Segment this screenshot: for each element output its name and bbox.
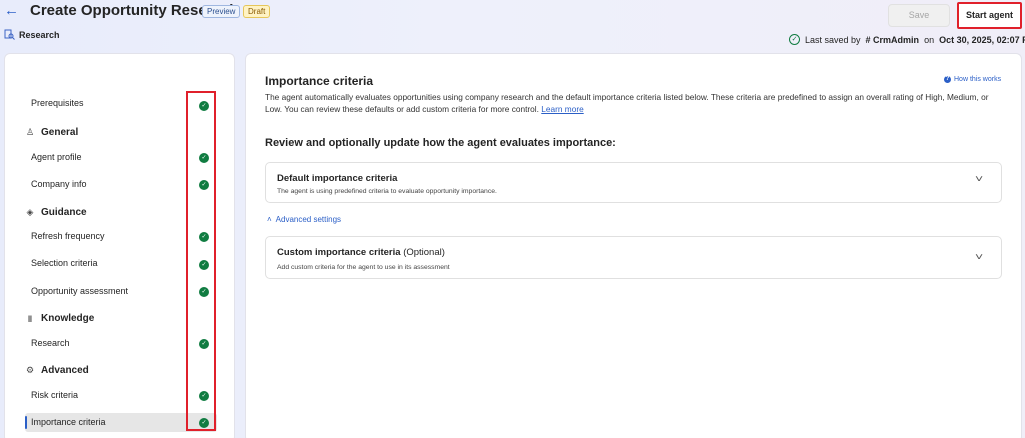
compass-icon: ◈ (26, 207, 34, 217)
card-title-text: Custom importance criteria (277, 247, 401, 258)
info-icon: ? (944, 76, 951, 83)
section-guidance-label: Guidance (41, 207, 87, 218)
breadcrumb-label: Research (19, 29, 60, 40)
how-this-works-label: How this works (954, 76, 1002, 83)
saved-check-icon: ✓ (789, 34, 800, 45)
saved-user: # CrmAdmin (865, 34, 920, 45)
saved-status: ✓ Last saved by # CrmAdmin on Oct 30, 20… (789, 34, 1025, 45)
section-knowledge-label: Knowledge (41, 313, 95, 324)
start-agent-button[interactable]: Start agent (957, 2, 1022, 29)
preview-badge: Preview (202, 5, 241, 18)
section-general-label: General (41, 127, 79, 138)
card-title: Custom importance criteria (Optional) (277, 247, 445, 258)
section-knowledge: ‖ Knowledge (25, 313, 95, 324)
section-title: Importance criteria (265, 74, 374, 88)
section-guidance: ◈ Guidance (25, 207, 87, 218)
description-text: The agent automatically evaluates opport… (265, 92, 989, 114)
saved-mid: on (924, 34, 935, 45)
saved-date: Oct 30, 2025, 02:07 PM (939, 34, 1025, 45)
saved-prefix: Last saved by (805, 34, 861, 45)
header: ← Create Opportunity Research Preview Dr… (0, 0, 1025, 52)
highlight-box (186, 91, 216, 431)
draft-badge: Draft (243, 5, 271, 18)
sidebar: Prerequisites ✓ ♙ General Agent profile … (4, 53, 235, 438)
section-advanced: ⚙ Advanced (25, 365, 89, 376)
save-button[interactable]: Save (888, 4, 950, 27)
advanced-settings-toggle[interactable]: ˄ Advanced settings (267, 215, 341, 224)
custom-criteria-card[interactable]: Custom importance criteria (Optional) Ad… (265, 236, 1002, 279)
advanced-settings-label: Advanced settings (275, 215, 342, 224)
gear-icon: ⚙ (25, 365, 35, 375)
chevron-down-icon[interactable]: ˅ (975, 253, 989, 263)
card-subtitle: The agent is using predefined criteria t… (277, 188, 497, 195)
default-criteria-card[interactable]: Default importance criteria The agent is… (265, 162, 1002, 203)
chevron-up-icon: ˄ (267, 215, 272, 224)
back-arrow-icon[interactable]: ← (4, 3, 20, 19)
how-this-works-link[interactable]: ? How this works (944, 76, 1001, 83)
chevron-down-icon[interactable]: ˅ (975, 175, 989, 185)
optional-label: (Optional) (403, 247, 445, 258)
library-icon: ‖ (27, 313, 33, 324)
breadcrumb: Research (4, 29, 60, 40)
card-subtitle: Add custom criteria for the agent to use… (277, 264, 450, 271)
description: The agent automatically evaluates opport… (265, 91, 995, 115)
research-icon (4, 29, 15, 40)
section-general: ♙ General (25, 127, 78, 138)
person-icon: ♙ (25, 127, 35, 137)
card-title: Default importance criteria (277, 173, 398, 184)
main-panel: Importance criteria ? How this works The… (245, 53, 1022, 438)
section-advanced-label: Advanced (41, 365, 89, 376)
learn-more-link[interactable]: Learn more (541, 104, 583, 114)
review-heading: Review and optionally update how the age… (265, 137, 616, 149)
